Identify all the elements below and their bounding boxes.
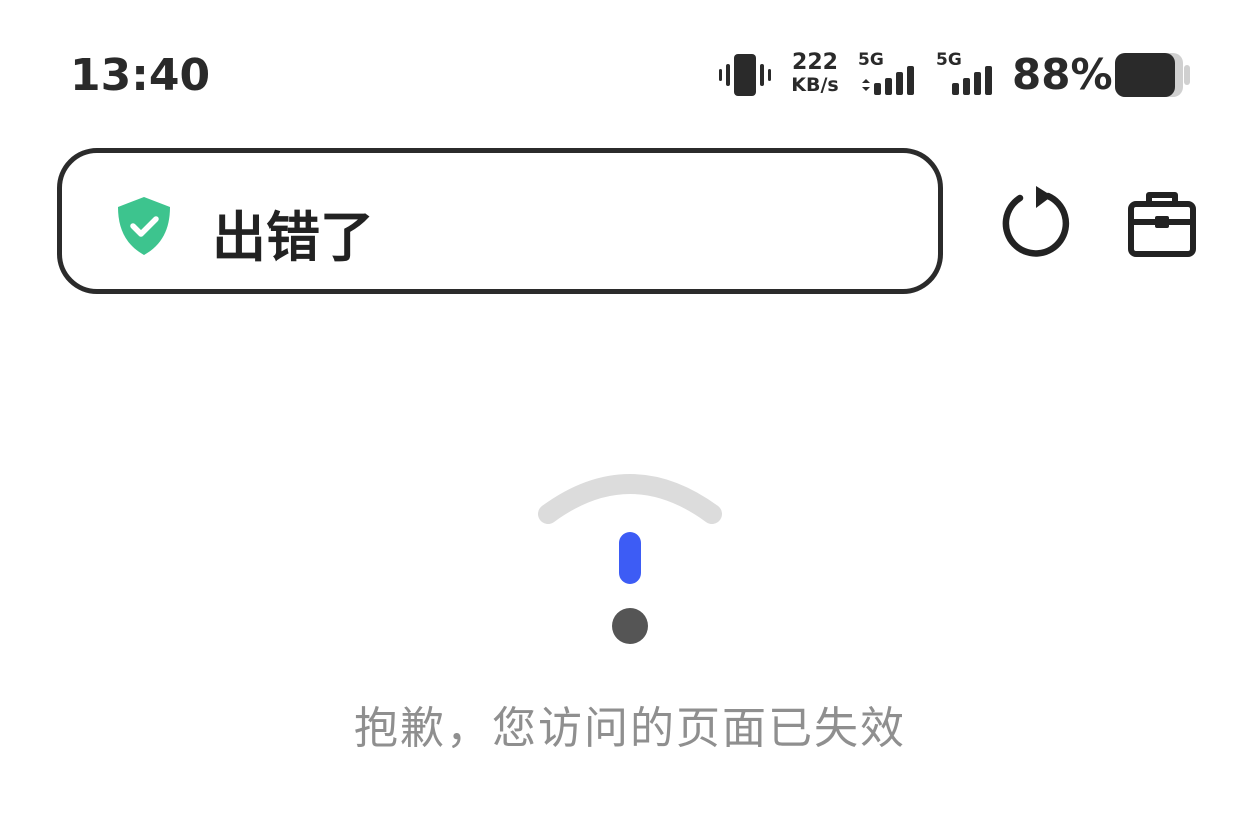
sim1-signal: 5G [858, 50, 928, 100]
toolbox-icon [1128, 192, 1196, 257]
vibrate-icon [719, 54, 771, 96]
network-speed-value: 222 [792, 50, 838, 75]
refresh-icon [1002, 186, 1070, 257]
signal-icon [952, 66, 992, 95]
sim2-signal: 5G [936, 50, 1006, 100]
page-title: 出错了 [212, 206, 374, 269]
refresh-button[interactable] [996, 182, 1076, 266]
battery-percent: 88% [1012, 50, 1113, 99]
signal-icon [862, 66, 914, 95]
exclamation-icon [538, 474, 722, 644]
battery-icon [1115, 53, 1190, 97]
network-speed: 222 KB/s [788, 50, 842, 97]
battery-fill [1115, 53, 1175, 97]
status-bar: 13:40 222 KB/s 5G 5G 88% [0, 0, 1260, 130]
status-time: 13:40 [70, 50, 211, 101]
toolbox-button[interactable] [1124, 186, 1200, 262]
shield-check-icon [118, 197, 170, 255]
error-message: 抱歉，您访问的页面已失效 [354, 703, 906, 754]
network-speed-unit: KB/s [791, 74, 839, 96]
address-bar[interactable]: 出错了 [57, 148, 943, 294]
